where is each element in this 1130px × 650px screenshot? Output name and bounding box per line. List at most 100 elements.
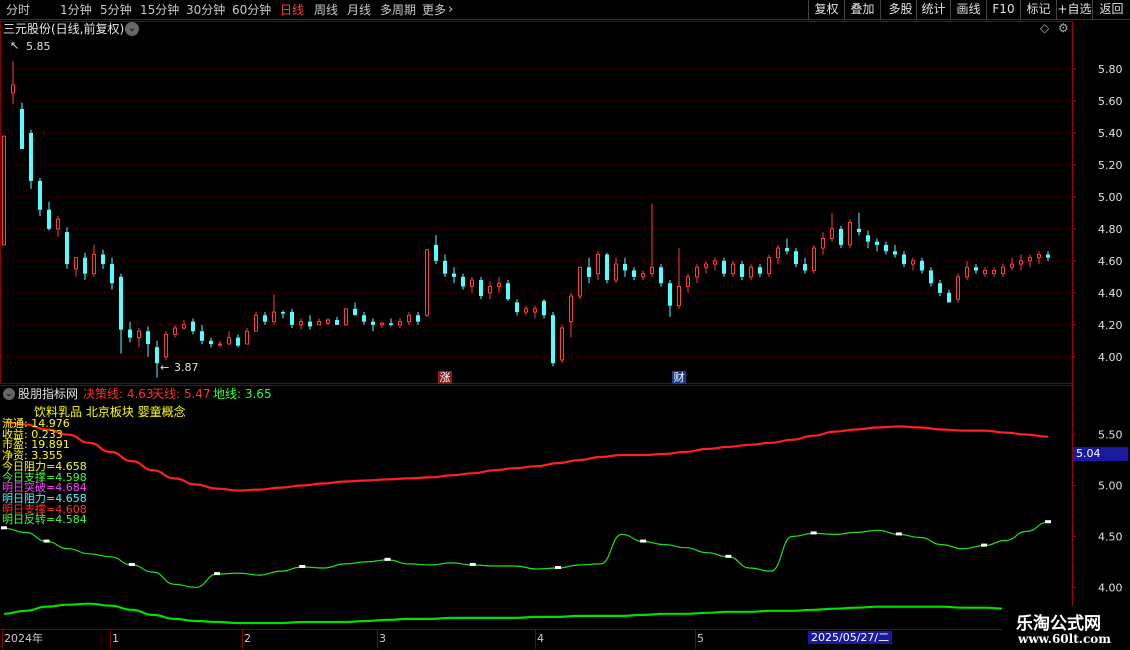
candle-body-down[interactable] bbox=[875, 241, 879, 245]
candle-body-up[interactable] bbox=[677, 285, 681, 307]
candle-body-down[interactable] bbox=[947, 292, 951, 303]
candle-body-up[interactable] bbox=[686, 276, 690, 287]
toolbar-button[interactable]: +自选 bbox=[1056, 0, 1092, 20]
candle-body-down[interactable] bbox=[119, 276, 123, 330]
candle-body-down[interactable] bbox=[839, 228, 843, 245]
candle-body-down[interactable] bbox=[758, 267, 762, 274]
candle-body-down[interactable] bbox=[884, 244, 888, 252]
candle-body-down[interactable] bbox=[587, 267, 591, 277]
candle-body-down[interactable] bbox=[155, 347, 159, 364]
candle-body-down[interactable] bbox=[866, 235, 870, 242]
candle-body-down[interactable] bbox=[722, 260, 726, 274]
indicator-chart[interactable]: 5.50 5.00 4.50 4.00 bbox=[0, 385, 1130, 629]
candle-body-down[interactable] bbox=[434, 244, 438, 261]
timeframe-tab[interactable]: 分时 bbox=[6, 2, 30, 18]
candle-body-down[interactable] bbox=[938, 283, 942, 293]
candle-body-down[interactable] bbox=[128, 329, 132, 338]
chevron-down-icon[interactable]: ⌄ bbox=[3, 388, 15, 400]
candle-body-down[interactable] bbox=[281, 312, 285, 314]
timeframe-tab[interactable]: 60分钟 bbox=[232, 2, 271, 18]
candle-body-down[interactable] bbox=[20, 108, 24, 149]
candle-body-down[interactable] bbox=[506, 283, 510, 300]
candle-body-down[interactable] bbox=[290, 312, 294, 325]
candle-body-up[interactable] bbox=[317, 321, 321, 326]
candle-body-up[interactable] bbox=[92, 253, 96, 275]
candle-body-up[interactable] bbox=[812, 247, 816, 271]
candle-body-up[interactable] bbox=[2, 135, 6, 246]
candle-body-up[interactable] bbox=[488, 285, 492, 294]
candle-body-down[interactable] bbox=[101, 254, 105, 265]
candle-body-up[interactable] bbox=[380, 322, 384, 326]
options-icon[interactable]: ⚙ bbox=[1058, 22, 1069, 35]
candle-body-down[interactable] bbox=[479, 280, 483, 297]
candle-body-down[interactable] bbox=[785, 248, 789, 252]
candle-body-up[interactable] bbox=[218, 343, 222, 346]
candle-body-down[interactable] bbox=[974, 267, 978, 271]
candle-body-up[interactable] bbox=[614, 263, 618, 281]
candle-body-up[interactable] bbox=[911, 260, 915, 265]
candlestick-chart[interactable]: 5.80 5.60 5.40 5.20 5.00 4.80 4.60 4.40 4.20 4.00 bbox=[0, 21, 1130, 385]
diamond-icon[interactable]: ◇ bbox=[1040, 22, 1049, 35]
candle-body-up[interactable] bbox=[254, 314, 258, 332]
toolbar-button[interactable]: 多股 bbox=[880, 0, 920, 20]
candle-body-up[interactable] bbox=[497, 282, 501, 287]
candle-body-up[interactable] bbox=[848, 221, 852, 246]
toolbar-button[interactable]: 返回 bbox=[1092, 0, 1130, 20]
candle-body-down[interactable] bbox=[371, 321, 375, 325]
candle-body-up[interactable] bbox=[272, 311, 276, 323]
candle-body-down[interactable] bbox=[857, 228, 861, 233]
candle-body-down[interactable] bbox=[335, 320, 339, 325]
candle-body-down[interactable] bbox=[794, 251, 798, 265]
candle-body-up[interactable] bbox=[641, 273, 645, 278]
candle-body-down[interactable] bbox=[542, 300, 546, 316]
candle-body-down[interactable] bbox=[551, 315, 555, 364]
candle-body-up[interactable] bbox=[137, 330, 141, 339]
timeframe-tab[interactable]: 更多 bbox=[422, 2, 446, 18]
candle-body-up[interactable] bbox=[299, 321, 303, 326]
candle-body-down[interactable] bbox=[668, 283, 672, 306]
candle-body-up[interactable] bbox=[182, 324, 186, 329]
timeframe-tab[interactable]: 1分钟 bbox=[60, 2, 92, 18]
candle-body-down[interactable] bbox=[461, 276, 465, 287]
candle-body-down[interactable] bbox=[110, 264, 114, 284]
candle-body-up[interactable] bbox=[173, 327, 177, 335]
candle-body-up[interactable] bbox=[749, 266, 753, 278]
candle-body-up[interactable] bbox=[326, 319, 330, 324]
candle-body-up[interactable] bbox=[767, 257, 771, 275]
candle-body-up[interactable] bbox=[74, 257, 78, 270]
candle-body-down[interactable] bbox=[200, 331, 204, 341]
candle-body-down[interactable] bbox=[191, 321, 195, 332]
candle-body-up[interactable] bbox=[227, 337, 231, 345]
chevron-right-icon[interactable]: › bbox=[448, 2, 453, 18]
candle-body-down[interactable] bbox=[209, 340, 213, 345]
toolbar-button[interactable]: 叠加 bbox=[844, 0, 880, 20]
toolbar-button[interactable]: 标记 bbox=[1020, 0, 1056, 20]
candle-body-down[interactable] bbox=[893, 251, 897, 255]
candle-body-up[interactable] bbox=[1037, 253, 1041, 259]
candle-body-up[interactable] bbox=[830, 228, 834, 239]
candle-body-down[interactable] bbox=[515, 302, 519, 313]
candle-body-up[interactable] bbox=[164, 333, 168, 358]
toolbar-button[interactable]: F10 bbox=[986, 0, 1020, 20]
toolbar-button[interactable]: 画线 bbox=[950, 0, 986, 20]
candle-body-down[interactable] bbox=[308, 321, 312, 327]
timeframe-tab[interactable]: 30分钟 bbox=[186, 2, 225, 18]
candle-body-up[interactable] bbox=[344, 308, 348, 326]
candle-body-up[interactable] bbox=[407, 314, 411, 323]
timeframe-tab[interactable]: 周线 bbox=[314, 2, 338, 18]
chevron-down-icon[interactable]: ⌄ bbox=[125, 22, 139, 36]
candle-body-down[interactable] bbox=[83, 257, 87, 274]
candle-body-down[interactable] bbox=[443, 260, 447, 274]
candle-body-down[interactable] bbox=[47, 209, 51, 229]
toolbar-button[interactable]: 复权 bbox=[808, 0, 844, 20]
candle-body-up[interactable] bbox=[596, 253, 600, 275]
candle-body-down[interactable] bbox=[659, 267, 663, 284]
candle-body-up[interactable] bbox=[731, 263, 735, 275]
candle-body-down[interactable] bbox=[623, 264, 627, 271]
candle-body-down[interactable] bbox=[902, 254, 906, 265]
candle-body-down[interactable] bbox=[389, 323, 393, 325]
candle-body-up[interactable] bbox=[470, 279, 474, 287]
candle-body-up[interactable] bbox=[569, 295, 573, 323]
candle-body-down[interactable] bbox=[65, 232, 69, 265]
candle-body-down[interactable] bbox=[263, 315, 267, 322]
